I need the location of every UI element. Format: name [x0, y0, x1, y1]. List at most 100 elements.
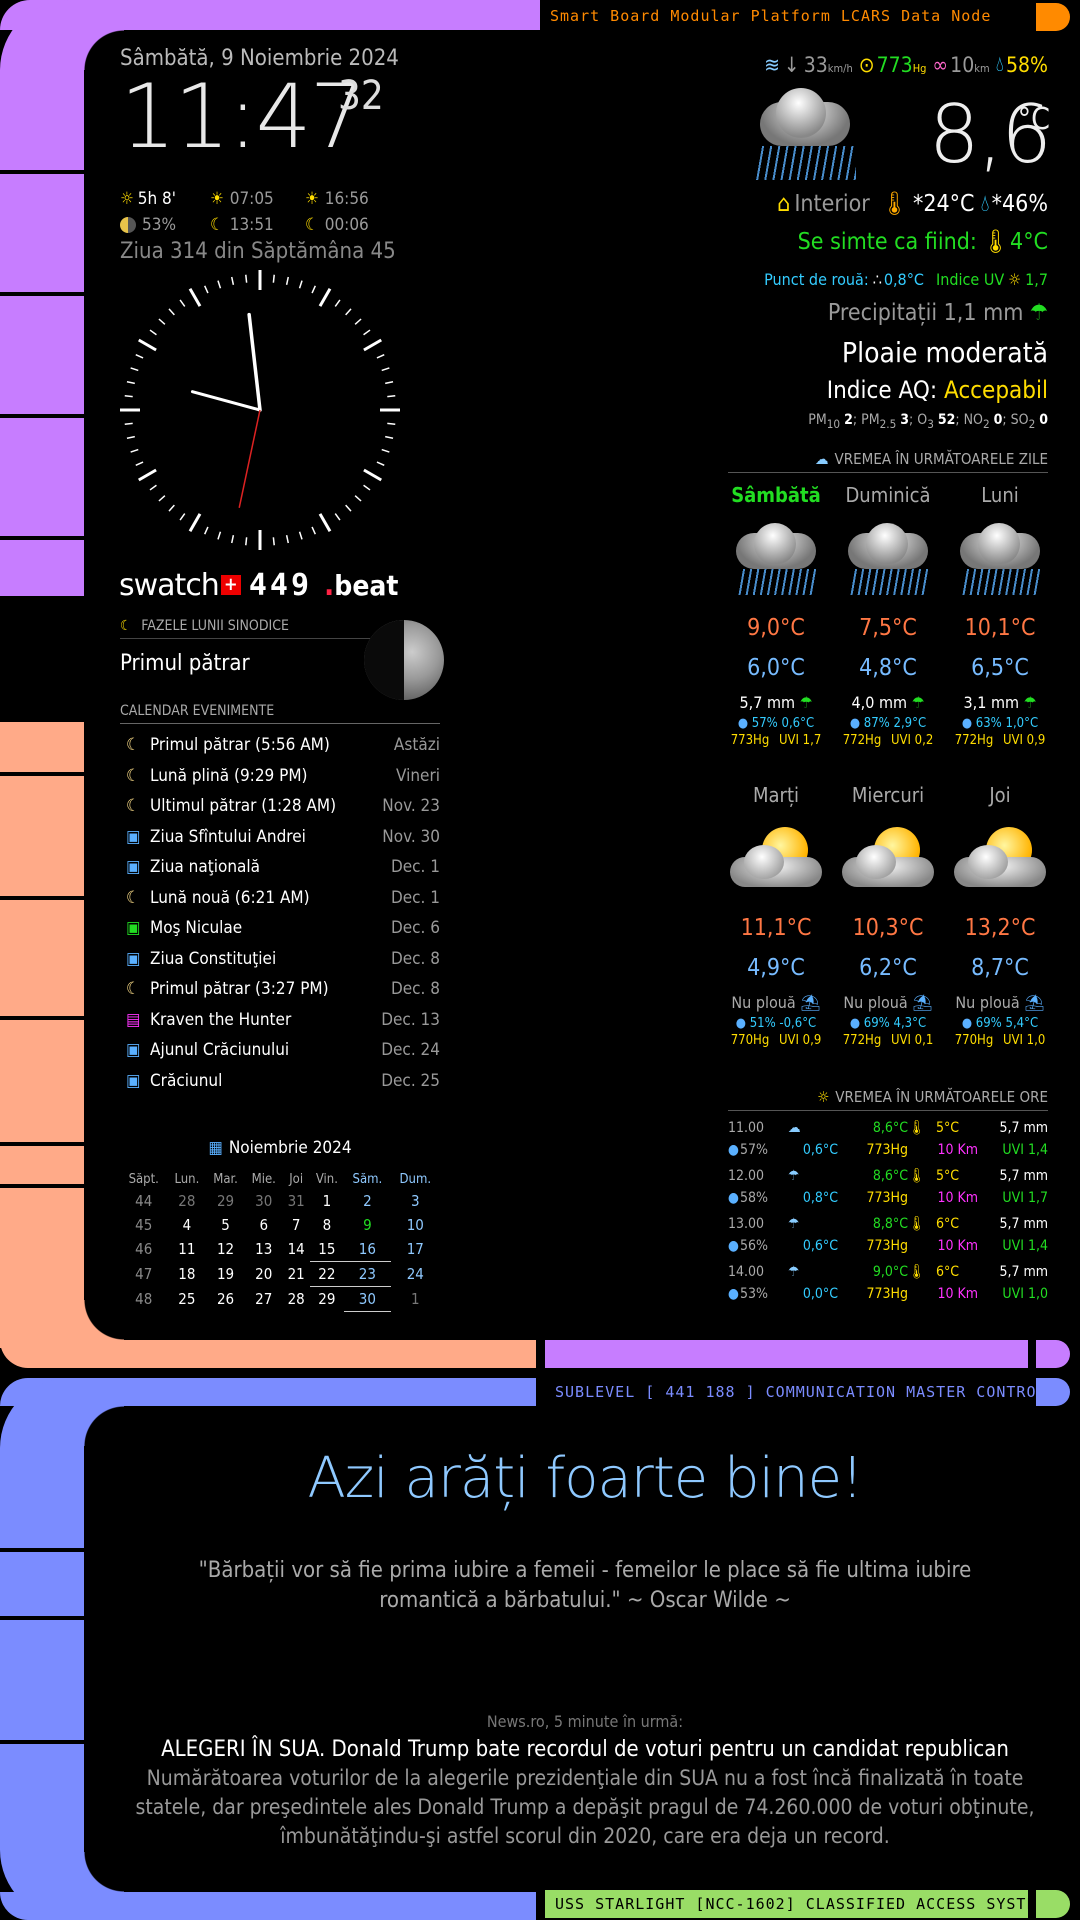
- calendar-day[interactable]: 26: [206, 1287, 244, 1312]
- clock-tick: [387, 422, 396, 425]
- calendar-day[interactable]: 8: [310, 1213, 345, 1237]
- forecast-day: Luni 10,1°C 6,5°C 3,1 mm ☂ ● 63% 1,0°C 772Hg …: [944, 473, 1056, 773]
- feels-like-row: Se simte ca fiind: 🌡︎ 4°C: [728, 228, 1048, 256]
- calendar-day[interactable]: 30: [344, 1286, 391, 1312]
- indoor-row: ⌂ Interior 🌡︎ *24°C 💧︎ *46%: [728, 190, 1048, 218]
- pollutants-row: PM10 2; PM2.5 3; O3 52; NO2 0; SO2 0: [808, 412, 1048, 431]
- hour-pressure: 773Hg: [866, 1190, 908, 1206]
- clock-tick: [334, 513, 341, 521]
- calendar-header: Săpt.: [128, 1172, 159, 1187]
- aq-value: Accepabil: [943, 376, 1048, 404]
- calendar-day[interactable]: 28: [167, 1189, 206, 1213]
- calendar-day[interactable]: 5: [206, 1213, 244, 1237]
- calendar-day[interactable]: 19: [206, 1262, 244, 1287]
- hour-weather-icon: ☂: [788, 1168, 800, 1184]
- forecast-pressure: 770Hg: [730, 1033, 770, 1048]
- calendar-header: Dum.: [399, 1172, 432, 1187]
- calendar-day[interactable]: 4: [167, 1213, 206, 1237]
- calendar-week-number: 46: [135, 1240, 153, 1259]
- analog-clock: [120, 270, 400, 550]
- compliment-text: Azi arăți foarte bine!: [307, 1446, 863, 1511]
- calendar-day[interactable]: 18: [167, 1262, 206, 1287]
- minute-hand: [190, 390, 262, 412]
- calendar-day[interactable]: 30: [245, 1189, 283, 1213]
- hour-dew: 0,0°C: [802, 1286, 838, 1302]
- calendar-week-number: 47: [135, 1265, 153, 1283]
- event-item: ☾ Primul pătrar (3:27 PM) Dec. 8: [120, 974, 440, 1005]
- forecast-day-name: Sâmbătă: [731, 483, 821, 507]
- hourly-row: 13.00 ☂ 8,8°C 🌡︎ 6°C 5,7 mm ● 56% 0,6°C 773Hg 10 …: [728, 1213, 1048, 1257]
- calendar-day[interactable]: 16: [344, 1237, 391, 1262]
- calendar-day[interactable]: 29: [310, 1287, 345, 1312]
- hour-dew: 0,6°C: [802, 1142, 838, 1158]
- calendar-day[interactable]: 15: [309, 1237, 345, 1262]
- beat-suffix-dot: .: [324, 567, 335, 603]
- droplet-icon: ●: [961, 716, 976, 731]
- calendar-day[interactable]: 24: [391, 1262, 440, 1287]
- forecast-precip: Nu plouă: [731, 993, 796, 1012]
- event-item: ☾ Primul pătrar (5:56 AM) Astăzi: [120, 730, 440, 761]
- forecast-low: 8,7°C: [971, 955, 1029, 981]
- moon-phase-title: FAZELE LUNII SINODICE: [141, 618, 290, 634]
- moon-icon: ☾: [126, 735, 140, 756]
- calendar-day[interactable]: 7: [283, 1213, 310, 1237]
- beat-suffix: beat: [334, 568, 399, 602]
- calendar-day[interactable]: 9: [344, 1213, 390, 1237]
- calendar-day[interactable]: 23: [344, 1261, 391, 1287]
- calendar-day[interactable]: 11: [167, 1237, 206, 1262]
- calendar-day[interactable]: 20: [245, 1262, 283, 1287]
- calendar-day[interactable]: 27: [245, 1287, 283, 1312]
- calendar-day[interactable]: 14: [283, 1237, 310, 1262]
- event-item: ☾ Lună nouă (6:21 AM) Dec. 1: [120, 883, 440, 914]
- forecast-low: 6,2°C: [859, 955, 917, 981]
- forecast-day: Joi 13,2°C 8,7°C Nu plouă ⛱ ● 69% 5,4°C 770Hg…: [944, 773, 1056, 1073]
- quote-text: "Bărbații vor să fie prima iubire a feme…: [198, 1558, 972, 1613]
- day-week-info: Ziua 314 din Săptămâna 45: [120, 239, 396, 264]
- calendar-day[interactable]: 25: [167, 1287, 206, 1312]
- precip-row: Precipitații 1,1 mm ☂: [728, 300, 1048, 326]
- calendar-day[interactable]: 21: [283, 1262, 310, 1287]
- pm25-value: 3: [900, 412, 910, 428]
- events-module: CALENDAR EVENIMENTE ☾ Primul pătrar (5:56…: [120, 703, 440, 1096]
- calendar-day[interactable]: 22: [309, 1261, 345, 1287]
- calendar-day[interactable]: 6: [245, 1213, 283, 1237]
- event-name: Ajunul Crăciunului: [150, 1040, 290, 1061]
- forecast-uv: UVI 0,9: [999, 733, 1046, 748]
- forecast-uv: UVI 1,0: [999, 1033, 1046, 1048]
- forecast-pressure: 772Hg: [842, 733, 882, 748]
- calendar-day[interactable]: 12: [206, 1237, 244, 1262]
- clock-tick: [363, 338, 382, 352]
- moon-icon: ☾: [126, 796, 140, 817]
- calendar-day[interactable]: 10: [391, 1213, 440, 1237]
- hour-visibility: 10 Km: [937, 1286, 978, 1302]
- news-body: Numărătoarea voturilor de la alegerile p…: [135, 1766, 1035, 1848]
- event-name: Ziua Sfîntului Andrei: [150, 826, 306, 847]
- clock-tick: [376, 461, 385, 467]
- calendar-day[interactable]: 2: [344, 1189, 390, 1213]
- calendar-day[interactable]: 17: [391, 1237, 440, 1262]
- calendar-day[interactable]: 29: [206, 1189, 244, 1213]
- sun-cloud-icon: [728, 821, 824, 901]
- forecast-precip: Nu plouă: [843, 993, 908, 1012]
- event-name: Ultimul pătrar (1:28 AM): [150, 796, 337, 817]
- forecast-precip: Nu plouă: [955, 993, 1020, 1012]
- hour-temp: 8,6°C: [872, 1120, 908, 1136]
- calendar-day[interactable]: 31: [283, 1189, 310, 1213]
- clock-tick: [126, 435, 135, 440]
- calendar-day[interactable]: 3: [391, 1189, 440, 1213]
- hour-precip: 5,7 mm: [999, 1264, 1048, 1280]
- forecast-title: VREMEA ÎN URMĂTOARELE ZILE: [834, 450, 1048, 468]
- calendar-day[interactable]: 28: [283, 1287, 310, 1312]
- forecast-pressure: 773Hg: [730, 733, 770, 748]
- event-item: ▣ Ziua Constituţiei Dec. 8: [120, 944, 440, 975]
- events-title: CALENDAR EVENIMENTE: [120, 703, 440, 724]
- hour-humidity: 56%: [740, 1238, 768, 1254]
- calendar-day[interactable]: 1: [391, 1287, 440, 1312]
- clock-tick: [130, 448, 139, 453]
- calendar-day[interactable]: 1: [310, 1189, 345, 1213]
- calendar-day[interactable]: 13: [245, 1237, 283, 1262]
- calendar-title: Noiembrie 2024: [228, 1138, 352, 1158]
- droplet-icon: 💧︎: [980, 190, 990, 217]
- moon-half-icon: [120, 217, 136, 233]
- no-rain-icon: ⛱: [907, 993, 933, 1012]
